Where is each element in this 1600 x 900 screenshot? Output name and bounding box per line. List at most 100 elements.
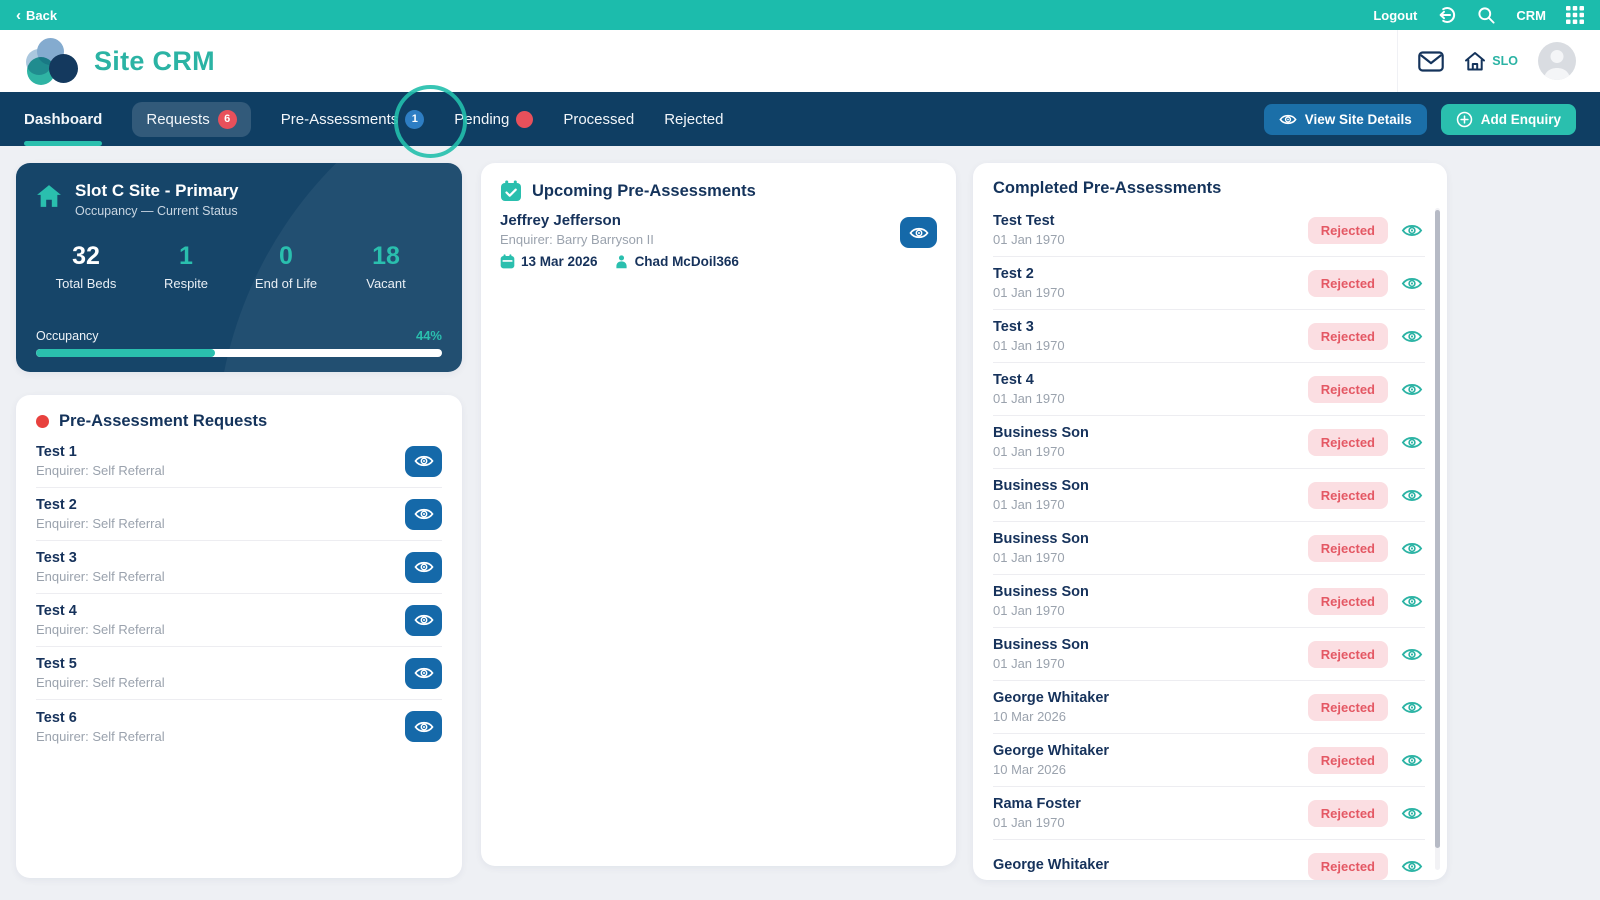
- tab-rejected-label: Rejected: [664, 111, 723, 128]
- tab-pre-assessments-label: Pre-Assessments: [281, 111, 399, 128]
- view-site-details-button[interactable]: View Site Details: [1264, 104, 1427, 135]
- back-label: Back: [26, 8, 57, 23]
- view-completed-icon[interactable]: [1401, 435, 1423, 450]
- completed-row: Test 4 01 Jan 1970 Rejected: [993, 363, 1425, 416]
- completed-row: Business Son 01 Jan 1970 Rejected: [993, 469, 1425, 522]
- view-completed-icon[interactable]: [1401, 594, 1423, 609]
- completed-name: Business Son: [993, 531, 1308, 547]
- request-enquirer: Enquirer: Self Referral: [36, 729, 405, 744]
- logout-icon[interactable]: [1437, 5, 1457, 25]
- stat-vacant: 18 Vacant: [336, 242, 436, 291]
- completed-name: George Whitaker: [993, 690, 1308, 706]
- completed-name: Business Son: [993, 425, 1308, 441]
- tab-dashboard[interactable]: Dashboard: [24, 92, 102, 146]
- completed-date: 01 Jan 1970: [993, 285, 1308, 300]
- scrollbar-thumb[interactable]: [1435, 210, 1440, 848]
- view-request-button[interactable]: [405, 446, 442, 477]
- red-dot-icon: [36, 415, 49, 428]
- avatar[interactable]: [1538, 42, 1576, 80]
- request-enquirer: Enquirer: Self Referral: [36, 675, 405, 690]
- view-site-details-label: View Site Details: [1305, 112, 1412, 127]
- completed-row: Business Son 01 Jan 1970 Rejected: [993, 575, 1425, 628]
- mail-icon[interactable]: [1418, 51, 1444, 72]
- upcoming-pre-assessments-card: Upcoming Pre-Assessments Jeffrey Jeffers…: [481, 163, 956, 866]
- completed-row: George Whitaker 10 Mar 2026 Rejected: [993, 734, 1425, 787]
- completed-row: George Whitaker Rejected: [993, 840, 1425, 880]
- main-navbar: Dashboard Requests 6 Pre-Assessments 1 P…: [0, 92, 1600, 146]
- tab-pending-label: Pending: [454, 111, 509, 128]
- status-badge: Rejected: [1308, 323, 1388, 350]
- completed-date: 01 Jan 1970: [993, 815, 1308, 830]
- status-badge: Rejected: [1308, 747, 1388, 774]
- view-request-button[interactable]: [405, 499, 442, 530]
- request-name: Test 2: [36, 497, 405, 513]
- status-badge: Rejected: [1308, 376, 1388, 403]
- logout-link[interactable]: Logout: [1373, 8, 1417, 23]
- view-request-button[interactable]: [405, 552, 442, 583]
- status-badge: Rejected: [1308, 800, 1388, 827]
- search-icon[interactable]: [1477, 6, 1496, 25]
- completed-name: Rama Foster: [993, 796, 1308, 812]
- completed-name: George Whitaker: [993, 857, 1308, 873]
- view-completed-icon[interactable]: [1401, 382, 1423, 397]
- request-row: Test 6 Enquirer: Self Referral: [36, 700, 442, 753]
- back-button[interactable]: ‹ Back: [16, 8, 57, 23]
- view-upcoming-button[interactable]: [900, 217, 937, 248]
- view-completed-icon[interactable]: [1401, 541, 1423, 556]
- stat-value: 32: [36, 242, 136, 271]
- status-badge: Rejected: [1308, 535, 1388, 562]
- add-enquiry-label: Add Enquiry: [1481, 112, 1561, 127]
- completed-date: 01 Jan 1970: [993, 444, 1308, 459]
- completed-date: 01 Jan 1970: [993, 232, 1308, 247]
- apps-grid-icon[interactable]: [1566, 6, 1584, 24]
- status-badge: Rejected: [1308, 270, 1388, 297]
- stat-label: Vacant: [336, 276, 436, 291]
- completed-row: Test Test 01 Jan 1970 Rejected: [993, 204, 1425, 257]
- view-completed-icon[interactable]: [1401, 488, 1423, 503]
- stat-label: End of Life: [236, 276, 336, 291]
- completed-date: 01 Jan 1970: [993, 497, 1308, 512]
- tab-processed-label: Processed: [563, 111, 634, 128]
- view-request-button[interactable]: [405, 605, 442, 636]
- completed-date: 01 Jan 1970: [993, 656, 1308, 671]
- stat-total-beds: 32 Total Beds: [36, 242, 136, 291]
- tab-pre-assessments[interactable]: Pre-Assessments 1: [281, 92, 425, 146]
- site-selector[interactable]: SLO: [1464, 51, 1518, 71]
- view-request-button[interactable]: [405, 658, 442, 689]
- completed-name: Business Son: [993, 584, 1308, 600]
- completed-date: 01 Jan 1970: [993, 550, 1308, 565]
- completed-name: George Whitaker: [993, 743, 1308, 759]
- view-completed-icon[interactable]: [1401, 700, 1423, 715]
- requests-card-title: Pre-Assessment Requests: [59, 412, 267, 431]
- view-completed-icon[interactable]: [1401, 647, 1423, 662]
- view-completed-icon[interactable]: [1401, 329, 1423, 344]
- occupancy-bar-fill: [36, 349, 215, 357]
- upcoming-enquirer: Enquirer: Barry Barryson II: [500, 232, 900, 247]
- header-divider: [1397, 30, 1398, 92]
- crm-link[interactable]: CRM: [1516, 8, 1546, 23]
- site-code-label: SLO: [1492, 54, 1518, 68]
- request-name: Test 3: [36, 550, 405, 566]
- stat-respite: 1 Respite: [136, 242, 236, 291]
- view-completed-icon[interactable]: [1401, 859, 1423, 874]
- status-badge: Rejected: [1308, 482, 1388, 509]
- tab-rejected[interactable]: Rejected: [664, 92, 723, 146]
- pre-assessments-count-badge: 1: [405, 110, 424, 129]
- add-enquiry-button[interactable]: Add Enquiry: [1441, 104, 1576, 135]
- tab-processed[interactable]: Processed: [563, 92, 634, 146]
- upcoming-card-title: Upcoming Pre-Assessments: [532, 182, 756, 201]
- completed-pre-assessments-card: Completed Pre-Assessments Test Test 01 J…: [973, 163, 1447, 880]
- site-occupancy-card: Slot C Site - Primary Occupancy — Curren…: [16, 163, 462, 372]
- tab-requests[interactable]: Requests 6: [132, 92, 250, 146]
- view-completed-icon[interactable]: [1401, 276, 1423, 291]
- view-completed-icon[interactable]: [1401, 806, 1423, 821]
- stat-label: Total Beds: [36, 276, 136, 291]
- completed-date: 01 Jan 1970: [993, 338, 1308, 353]
- tab-pending[interactable]: Pending: [454, 92, 533, 146]
- status-badge: Rejected: [1308, 429, 1388, 456]
- occupancy-label: Occupancy: [36, 329, 99, 343]
- view-completed-icon[interactable]: [1401, 223, 1423, 238]
- request-name: Test 1: [36, 444, 405, 460]
- view-completed-icon[interactable]: [1401, 753, 1423, 768]
- view-request-button[interactable]: [405, 711, 442, 742]
